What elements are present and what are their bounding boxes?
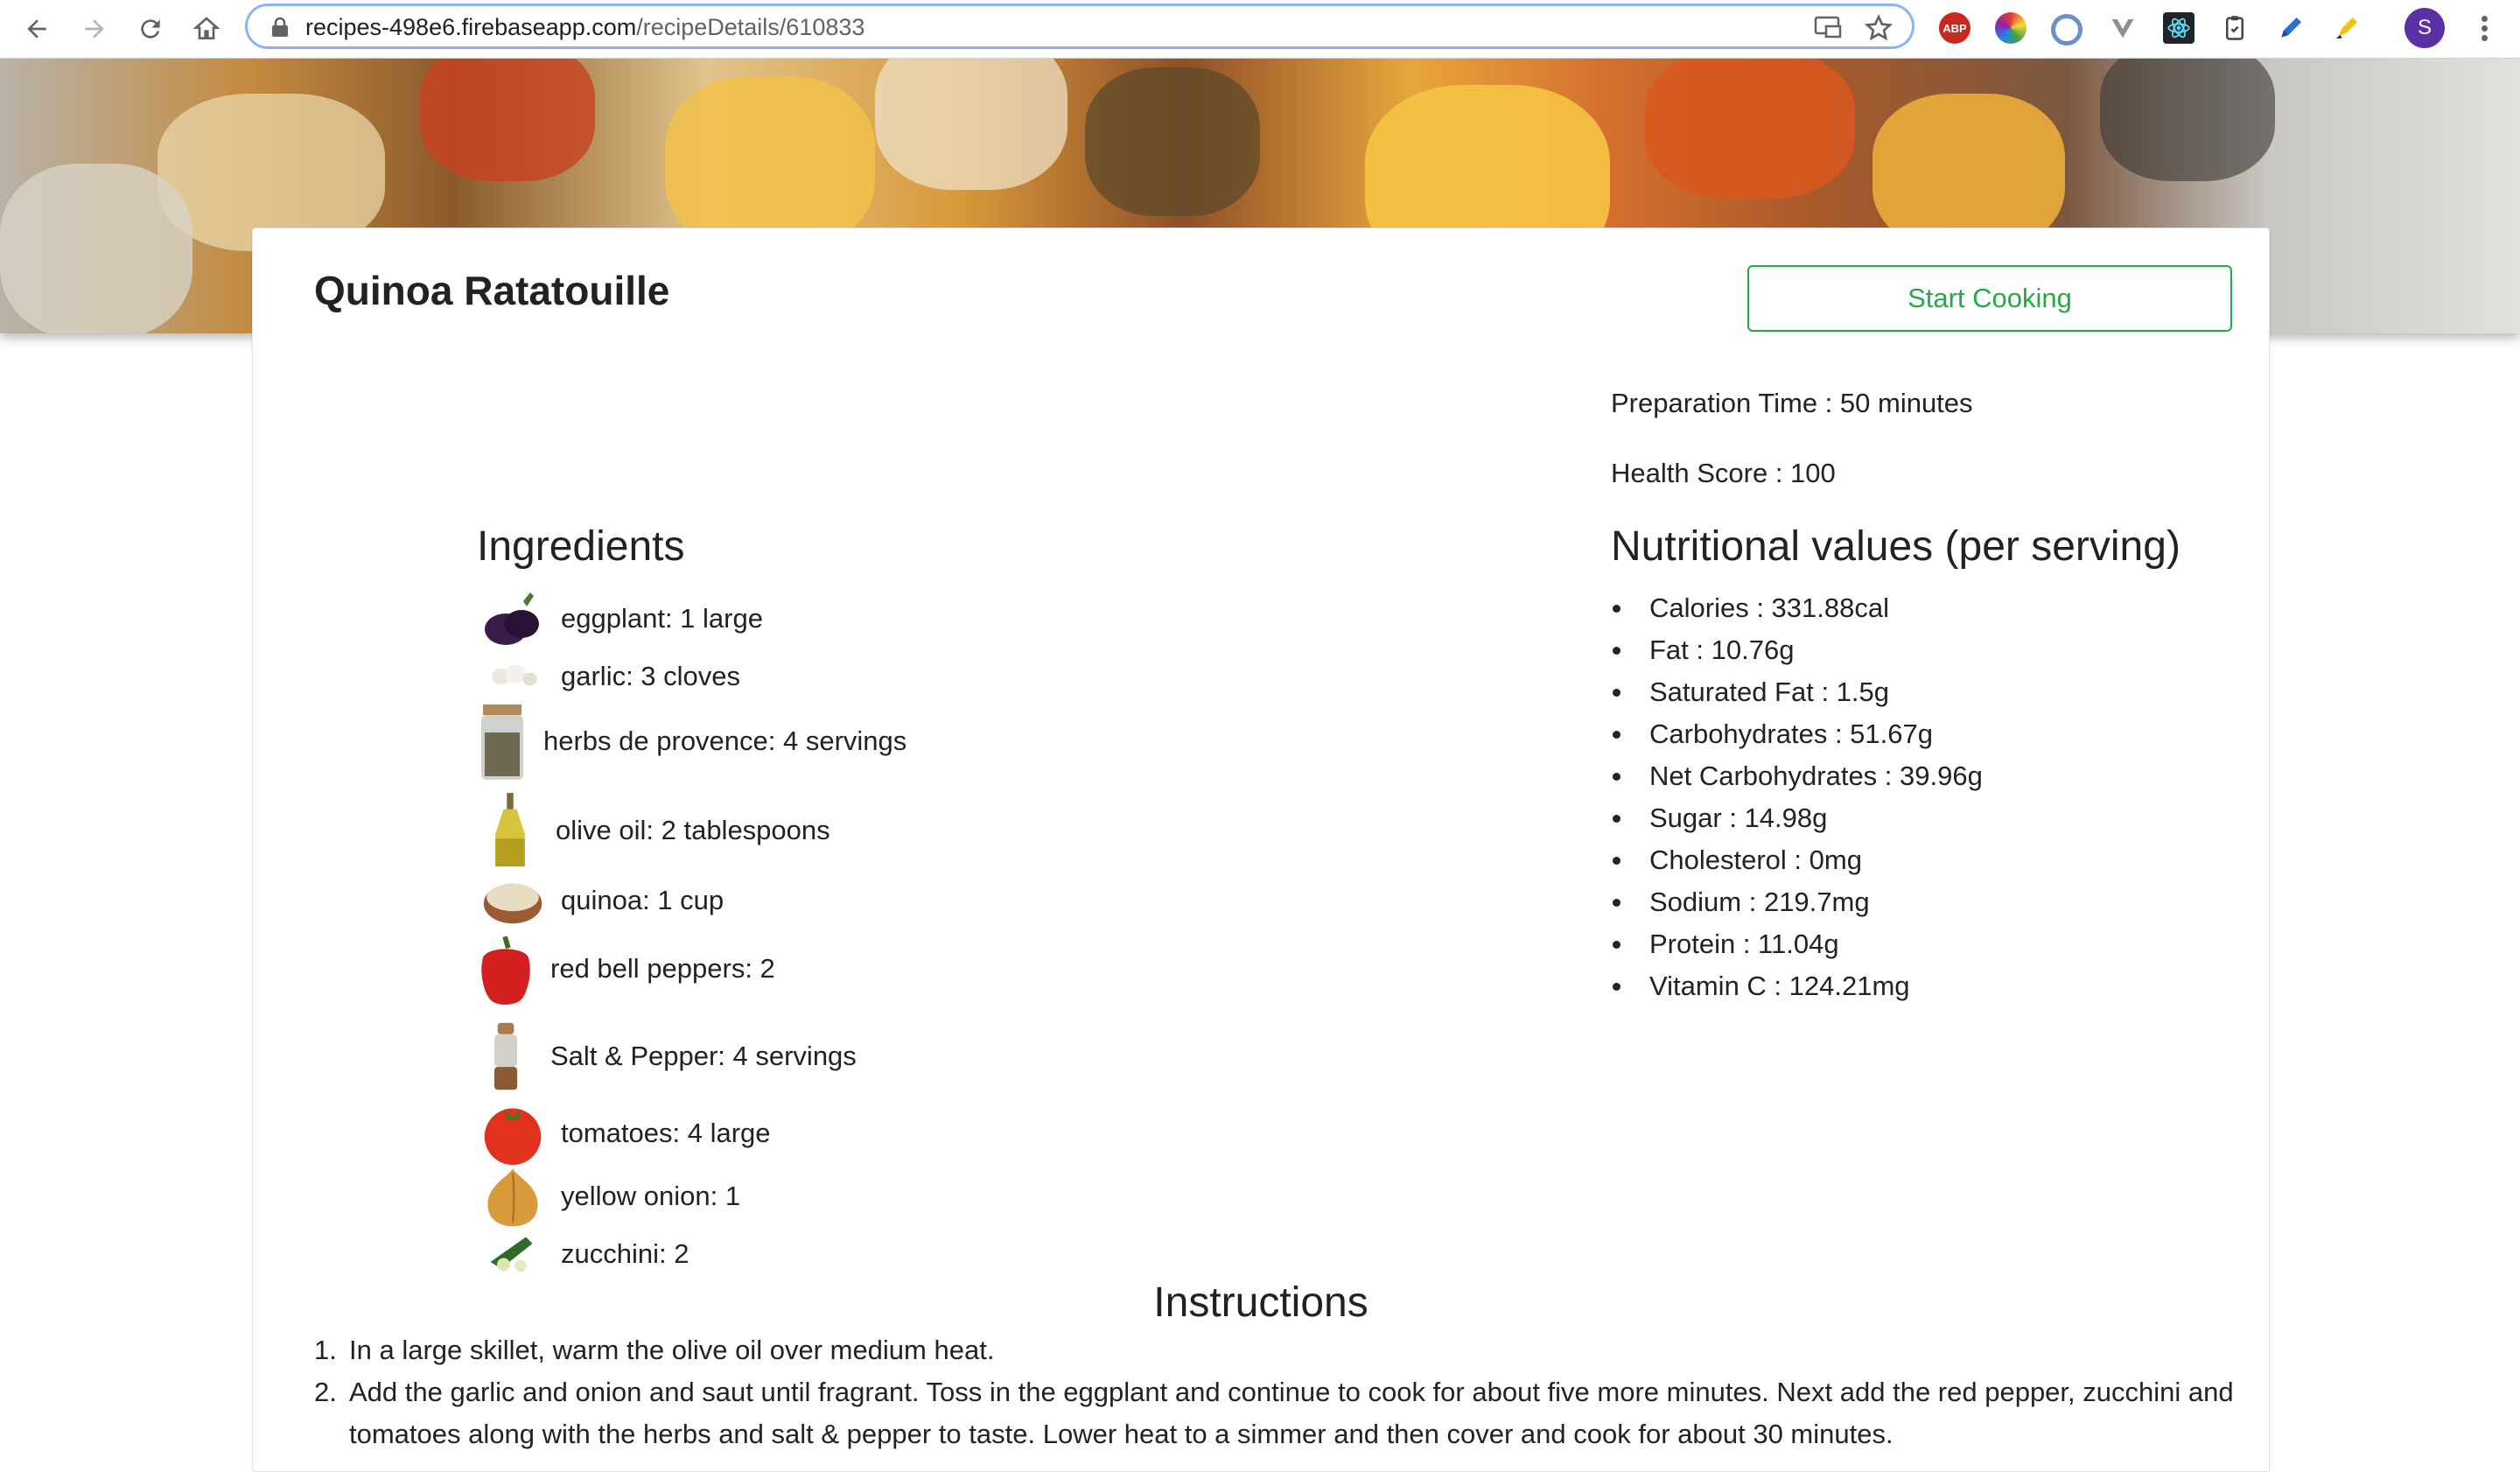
vue-devtools-icon[interactable] bbox=[2107, 12, 2138, 44]
ingredient-text: eggplant: 1 large bbox=[561, 603, 763, 634]
nutrition-item: Vitamin C : 124.21mg bbox=[1611, 965, 1983, 1007]
browser-toolbar: recipes-498e6.firebaseapp.com/recipeDeta… bbox=[0, 0, 2520, 59]
browser-menu-icon[interactable] bbox=[2471, 12, 2497, 46]
tomato-icon bbox=[477, 1097, 549, 1169]
recipe-title: Quinoa Ratatouille bbox=[314, 268, 670, 313]
react-devtools-icon[interactable] bbox=[2163, 12, 2194, 44]
ingredient-text: quinoa: 1 cup bbox=[561, 885, 724, 915]
herbs-jar-icon bbox=[473, 697, 531, 785]
abp-label: ABP bbox=[1942, 21, 1967, 35]
bookmark-star-icon[interactable] bbox=[1865, 14, 1893, 42]
url-text: recipes-498e6.firebaseapp.com/recipeDeta… bbox=[305, 13, 864, 41]
nutrition-item: Cholesterol : 0mg bbox=[1611, 839, 1983, 881]
instruction-step: 1. In a large skillet, warm the olive oil… bbox=[314, 1335, 995, 1365]
ingredient-item: zucchini: 2 bbox=[477, 1228, 689, 1280]
quinoa-icon bbox=[477, 865, 549, 936]
nutrition-item: Sugar : 14.98g bbox=[1611, 797, 1983, 839]
ingredient-item: garlic: 3 cloves bbox=[477, 650, 740, 703]
ingredient-item: Salt & Pepper: 4 servings bbox=[473, 1022, 857, 1090]
profile-avatar[interactable]: S bbox=[2404, 8, 2445, 48]
instructions-list: 1. In a large skillet, warm the olive oil… bbox=[314, 1329, 2239, 1455]
ingredient-text: olive oil: 2 tablespoons bbox=[556, 815, 830, 845]
ingredient-item: yellow onion: 1 bbox=[477, 1167, 741, 1227]
ingredient-text: red bell peppers: 2 bbox=[550, 953, 775, 984]
nutrition-item: Net Carbohydrates : 39.96g bbox=[1611, 755, 1983, 797]
ingredient-text: zucchini: 2 bbox=[561, 1238, 690, 1269]
nutrition-list: Calories : 331.88cal Fat : 10.76g Satura… bbox=[1611, 587, 1983, 1007]
ingredient-text: garlic: 3 cloves bbox=[561, 661, 741, 691]
ingredient-item: herbs de provence: 4 servings bbox=[473, 704, 907, 780]
health-score: Health Score : 100 bbox=[1611, 458, 1836, 488]
highlighter-icon[interactable] bbox=[2331, 12, 2362, 44]
reload-icon bbox=[141, 19, 160, 39]
adblock-plus-icon[interactable]: ABP bbox=[1939, 12, 1970, 44]
start-cooking-button[interactable]: Start Cooking bbox=[1747, 265, 2232, 332]
ingredient-text: yellow onion: 1 bbox=[561, 1181, 741, 1211]
url-host: recipes-498e6.firebaseapp.com bbox=[305, 14, 637, 40]
preparation-time: Preparation Time : 50 minutes bbox=[1611, 388, 1973, 418]
red-pepper-icon bbox=[473, 929, 538, 1008]
ingredient-item: tomatoes: 4 large bbox=[477, 1107, 771, 1166]
instruction-text: Add the garlic and onion and saut until … bbox=[349, 1377, 2234, 1449]
instruction-step: 2. Add the garlic and onion and saut unti… bbox=[314, 1377, 2234, 1449]
cast-icon[interactable] bbox=[1814, 16, 1842, 39]
ingredient-text: herbs de provence: 4 servings bbox=[543, 725, 907, 756]
back-arrow-icon bbox=[27, 19, 46, 39]
reload-button[interactable] bbox=[131, 10, 170, 48]
ingredient-item: olive oil: 2 tablespoons bbox=[477, 793, 830, 867]
instructions-heading: Instructions bbox=[1153, 1279, 1368, 1326]
profile-initial: S bbox=[2417, 16, 2432, 39]
address-bar[interactable]: recipes-498e6.firebaseapp.com/recipeDeta… bbox=[245, 4, 1914, 49]
color-wheel-icon[interactable] bbox=[1995, 12, 2026, 44]
forward-button[interactable] bbox=[75, 10, 114, 48]
salt-pepper-icon bbox=[473, 1017, 538, 1096]
nutrition-item: Carbohydrates : 51.67g bbox=[1611, 713, 1983, 755]
instruction-text: In a large skillet, warm the olive oil o… bbox=[349, 1335, 995, 1365]
ingredient-item: eggplant: 1 large bbox=[477, 592, 763, 645]
forward-arrow-icon bbox=[85, 19, 104, 39]
back-button[interactable] bbox=[18, 10, 56, 48]
nutrition-item: Saturated Fat : 1.5g bbox=[1611, 671, 1983, 713]
nutrition-item: Fat : 10.76g bbox=[1611, 629, 1983, 671]
ingredients-heading: Ingredients bbox=[477, 523, 685, 570]
nutrition-item: Protein : 11.04g bbox=[1611, 923, 1983, 965]
home-button[interactable] bbox=[187, 10, 226, 48]
nutrition-heading: Nutritional values (per serving) bbox=[1611, 523, 2180, 570]
clipboard-icon[interactable] bbox=[2219, 12, 2250, 44]
olive-oil-icon bbox=[477, 789, 543, 873]
refresh-circle-icon[interactable] bbox=[2051, 14, 2082, 46]
ingredient-text: tomatoes: 4 large bbox=[561, 1118, 771, 1148]
ingredient-item: quinoa: 1 cup bbox=[477, 874, 724, 927]
nutrition-item: Sodium : 219.7mg bbox=[1611, 881, 1983, 923]
ingredient-item: red bell peppers: 2 bbox=[473, 936, 775, 1006]
recipe-card: Quinoa Ratatouille Start Cooking Prepara… bbox=[252, 228, 2270, 1472]
ingredient-text: Salt & Pepper: 4 servings bbox=[550, 1041, 857, 1071]
pen-icon[interactable] bbox=[2275, 12, 2306, 44]
nutrition-item: Calories : 331.88cal bbox=[1611, 587, 1983, 629]
home-icon bbox=[192, 17, 220, 39]
lock-icon bbox=[272, 17, 288, 37]
url-path: /recipeDetails/610833 bbox=[636, 14, 865, 40]
